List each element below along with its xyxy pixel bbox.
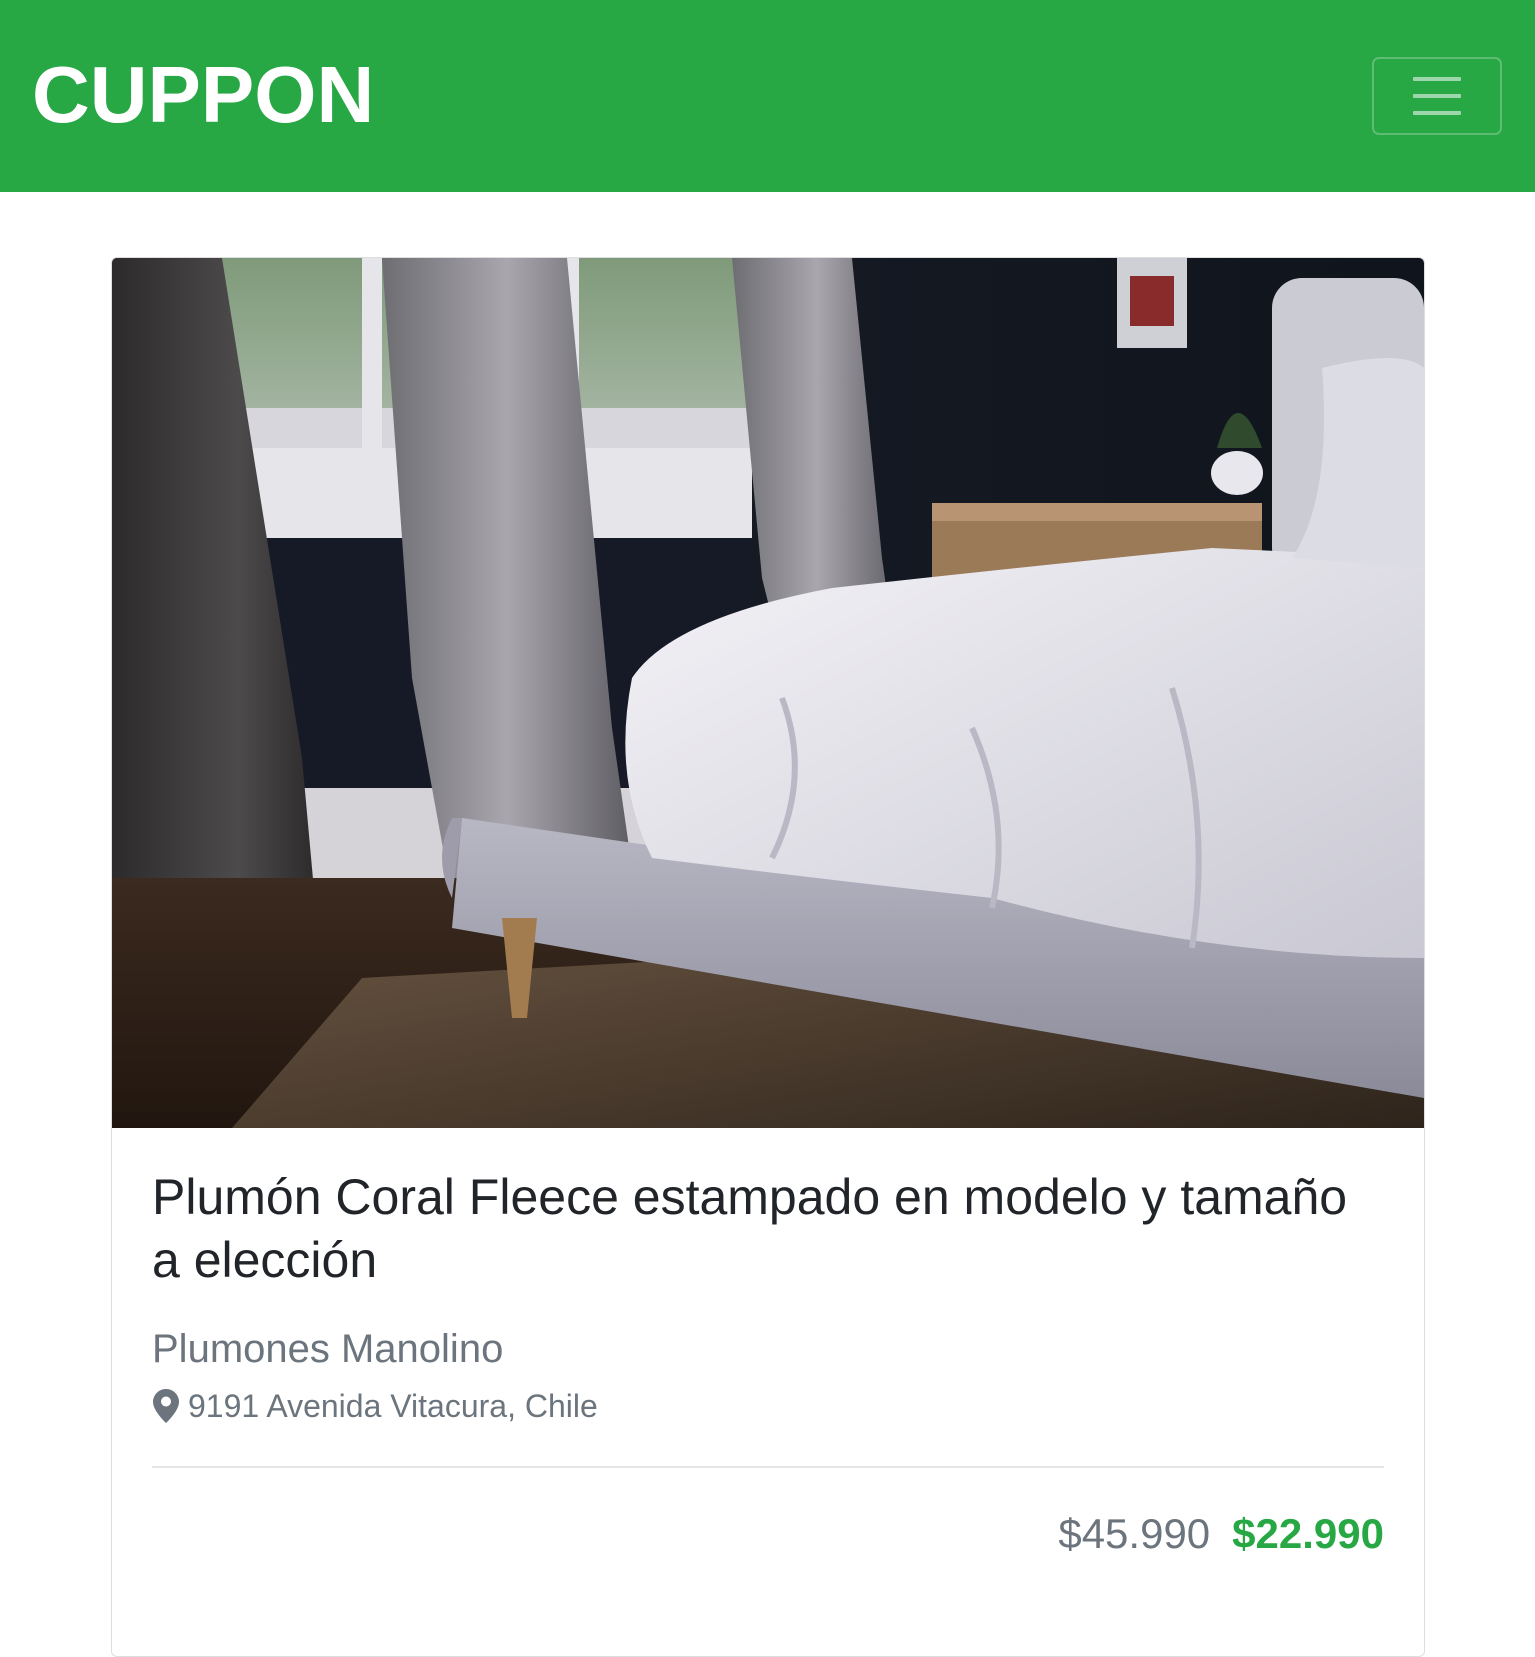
deal-title[interactable]: Plumón Coral Fleece estampado en modelo …	[152, 1166, 1384, 1292]
hamburger-menu-icon	[1413, 77, 1461, 115]
price-row: $45.990 $22.990	[1058, 1508, 1384, 1560]
original-price: $45.990	[1058, 1510, 1211, 1557]
brand-logo[interactable]: CUPPON	[32, 50, 374, 140]
menu-toggle-button[interactable]	[1372, 57, 1502, 135]
discounted-price: $22.990	[1232, 1510, 1384, 1557]
card-divider	[152, 1466, 1384, 1468]
deal-card[interactable]: Plumón Coral Fleece estampado en modelo …	[111, 257, 1425, 1657]
top-navbar: CUPPON	[0, 0, 1535, 192]
merchant-name: Plumones Manolino	[152, 1327, 504, 1371]
map-marker-icon	[152, 1388, 180, 1424]
deal-image[interactable]	[112, 258, 1424, 1128]
deal-address: 9191 Avenida Vitacura, Chile	[188, 1388, 598, 1424]
address-row: 9191 Avenida Vitacura, Chile	[152, 1383, 598, 1429]
